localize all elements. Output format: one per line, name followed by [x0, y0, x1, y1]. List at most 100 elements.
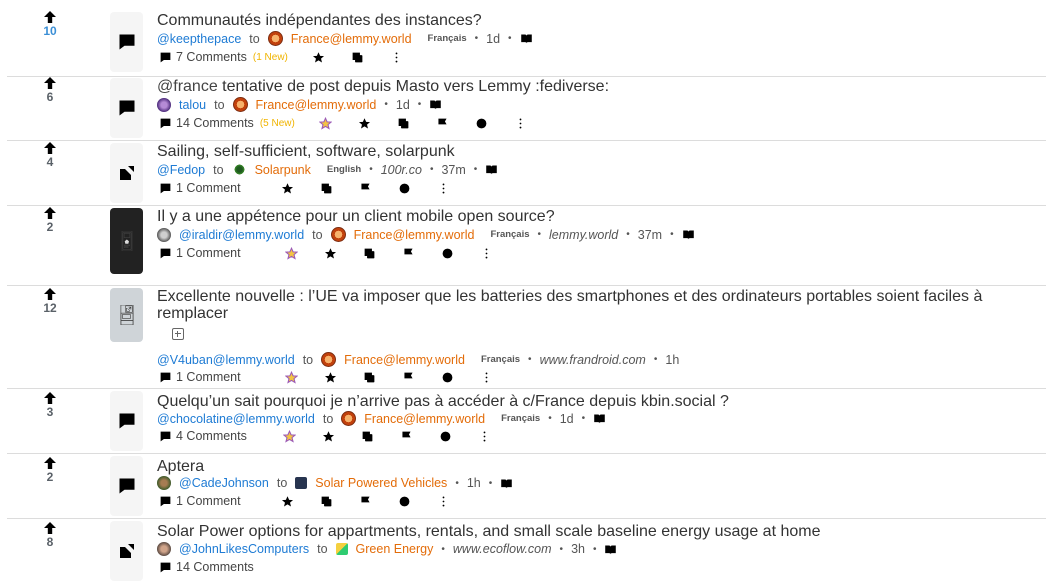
comments-link[interactable]: 1 Comment	[176, 246, 241, 260]
post-author[interactable]: talou	[179, 98, 206, 112]
book-icon[interactable]	[520, 32, 533, 45]
book-icon[interactable]	[682, 228, 695, 241]
post-title[interactable]: Sailing, self-sufficient, software, sola…	[157, 143, 455, 160]
comments-link[interactable]: 4 Comments	[176, 429, 247, 443]
community-link[interactable]: France@lemmy.world	[256, 98, 377, 112]
flag-icon[interactable]	[402, 247, 415, 260]
copy-icon[interactable]	[361, 430, 374, 443]
community-link[interactable]: Solarpunk	[255, 163, 311, 177]
copy-icon[interactable]	[320, 495, 333, 508]
crosspost-icon[interactable]	[319, 117, 332, 130]
post-title[interactable]: Communautés indépendantes des instances?	[157, 12, 482, 29]
post-thumbnail[interactable]	[110, 456, 143, 516]
crosspost-icon[interactable]	[285, 371, 298, 384]
upvote-button[interactable]: 8	[37, 521, 63, 549]
copy-icon[interactable]	[397, 117, 410, 130]
community-link[interactable]: France@lemmy.world	[364, 412, 485, 426]
post-title[interactable]: Il y a une appétence pour un client mobi…	[157, 208, 555, 225]
book-icon[interactable]	[429, 98, 442, 111]
book-icon[interactable]	[500, 477, 513, 490]
star-icon[interactable]	[324, 371, 337, 384]
upvote-button[interactable]: 12	[37, 287, 63, 315]
upvote-button[interactable]: 3	[37, 391, 63, 419]
post-thumbnail-image[interactable]	[110, 208, 143, 274]
post-domain[interactable]: lemmy.world	[549, 228, 618, 242]
block-icon[interactable]	[441, 371, 454, 384]
star-icon[interactable]	[281, 182, 294, 195]
upvote-button[interactable]: 2	[37, 456, 63, 484]
star-icon[interactable]	[324, 247, 337, 260]
copy-icon[interactable]	[320, 182, 333, 195]
post-author[interactable]: @CadeJohnson	[179, 476, 269, 490]
book-icon[interactable]	[485, 163, 498, 176]
more-icon[interactable]	[437, 182, 450, 195]
crosspost-icon[interactable]	[285, 247, 298, 260]
crosspost-icon[interactable]	[283, 430, 296, 443]
more-icon[interactable]	[437, 495, 450, 508]
expand-button[interactable]	[172, 328, 184, 340]
upvote-button[interactable]: 10	[37, 10, 63, 38]
star-icon[interactable]	[312, 51, 325, 64]
post-author[interactable]: @JohnLikesComputers	[179, 542, 309, 556]
star-icon[interactable]	[358, 117, 371, 130]
more-icon[interactable]	[478, 430, 491, 443]
comments-link[interactable]: 1 Comment	[176, 370, 241, 384]
post-author[interactable]: @V4uban@lemmy.world	[157, 353, 295, 367]
book-icon[interactable]	[593, 412, 606, 425]
community-avatar	[295, 477, 308, 489]
post-author[interactable]: @chocolatine@lemmy.world	[157, 412, 315, 426]
more-icon[interactable]	[480, 247, 493, 260]
post-thumbnail[interactable]	[110, 391, 143, 451]
post-author[interactable]: @iraldir@lemmy.world	[179, 228, 304, 242]
copy-icon[interactable]	[363, 371, 376, 384]
community-link[interactable]: France@lemmy.world	[344, 353, 465, 367]
block-icon[interactable]	[398, 495, 411, 508]
post-thumbnail[interactable]	[110, 12, 143, 72]
post-author[interactable]: @Fedop	[157, 163, 205, 177]
more-icon[interactable]	[514, 117, 527, 130]
community-link[interactable]: France@lemmy.world	[354, 228, 475, 242]
comments-link[interactable]: 1 Comment	[176, 181, 241, 195]
post-title[interactable]: @france tentative de post depuis Masto v…	[157, 78, 609, 95]
post-thumbnail[interactable]	[110, 143, 143, 203]
post-domain[interactable]: 100r.co	[381, 163, 422, 177]
upvote-button[interactable]: 4	[37, 141, 63, 169]
book-icon[interactable]	[604, 543, 617, 556]
post-author[interactable]: @keepthepace	[157, 32, 241, 46]
post-domain[interactable]: www.frandroid.com	[540, 353, 646, 367]
flag-icon[interactable]	[359, 495, 372, 508]
comments-link[interactable]: 7 Comments	[176, 50, 247, 64]
copy-icon[interactable]	[363, 247, 376, 260]
comments-link[interactable]: 14 Comments	[176, 560, 254, 574]
more-icon[interactable]	[480, 371, 493, 384]
comments-link[interactable]: 1 Comment	[176, 494, 241, 508]
community-link[interactable]: Green Energy	[356, 542, 434, 556]
flag-icon[interactable]	[359, 182, 372, 195]
star-icon[interactable]	[322, 430, 335, 443]
block-icon[interactable]	[475, 117, 488, 130]
upvote-button[interactable]: 2	[37, 206, 63, 234]
post-title[interactable]: Quelqu’un sait pourquoi je n’arrive pas …	[157, 393, 729, 410]
post-thumbnail[interactable]	[110, 521, 143, 581]
upvote-button[interactable]: 6	[37, 76, 63, 104]
to-label: to	[317, 542, 328, 556]
copy-icon[interactable]	[351, 51, 364, 64]
more-icon[interactable]	[390, 51, 403, 64]
flag-icon[interactable]	[400, 430, 413, 443]
block-icon[interactable]	[439, 430, 452, 443]
post-title[interactable]: Excellente nouvelle : l’UE va imposer qu…	[157, 288, 982, 322]
post-title[interactable]: Solar Power options for appartments, ren…	[157, 523, 820, 540]
community-link[interactable]: France@lemmy.world	[291, 32, 412, 46]
post-title[interactable]: Aptera	[157, 458, 204, 475]
post-domain[interactable]: www.ecoflow.com	[453, 542, 552, 556]
external-link-icon	[117, 541, 137, 561]
block-icon[interactable]	[441, 247, 454, 260]
star-icon[interactable]	[281, 495, 294, 508]
post-thumbnail-image[interactable]	[110, 288, 143, 342]
flag-icon[interactable]	[436, 117, 449, 130]
block-icon[interactable]	[398, 182, 411, 195]
community-link[interactable]: Solar Powered Vehicles	[315, 476, 447, 490]
flag-icon[interactable]	[402, 371, 415, 384]
post-thumbnail[interactable]	[110, 78, 143, 138]
comments-link[interactable]: 14 Comments	[176, 116, 254, 130]
